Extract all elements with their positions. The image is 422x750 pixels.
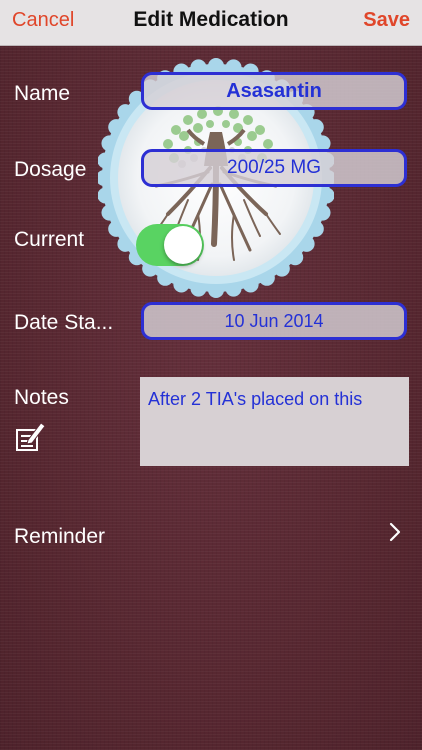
reminder-label[interactable]: Reminder (14, 525, 105, 549)
dosage-field[interactable]: 200/25 MG (141, 149, 407, 187)
save-button[interactable]: Save (363, 9, 410, 32)
date-started-label: Date Sta... (14, 311, 114, 334)
dosage-label: Dosage (14, 158, 87, 181)
notes-field[interactable]: After 2 TIA's placed on this (140, 377, 409, 466)
name-field[interactable]: Asasantin (141, 72, 407, 110)
navigation-bar: Cancel Edit Medication Save (0, 0, 422, 46)
chevron-right-icon[interactable] (388, 520, 402, 544)
edit-note-icon[interactable] (14, 418, 46, 454)
page-title: Edit Medication (133, 8, 289, 31)
toggle-knob (164, 226, 202, 264)
date-started-value: 10 Jun 2014 (224, 310, 324, 331)
dosage-value: 200/25 MG (227, 157, 321, 178)
date-started-field[interactable]: 10 Jun 2014 (141, 302, 407, 340)
name-label: Name (14, 82, 71, 105)
notes-label: Notes (14, 386, 69, 409)
name-value: Asasantin (226, 79, 322, 102)
current-label: Current (14, 228, 85, 251)
current-toggle[interactable] (136, 224, 204, 266)
notes-value: After 2 TIA's placed on this (148, 389, 363, 409)
